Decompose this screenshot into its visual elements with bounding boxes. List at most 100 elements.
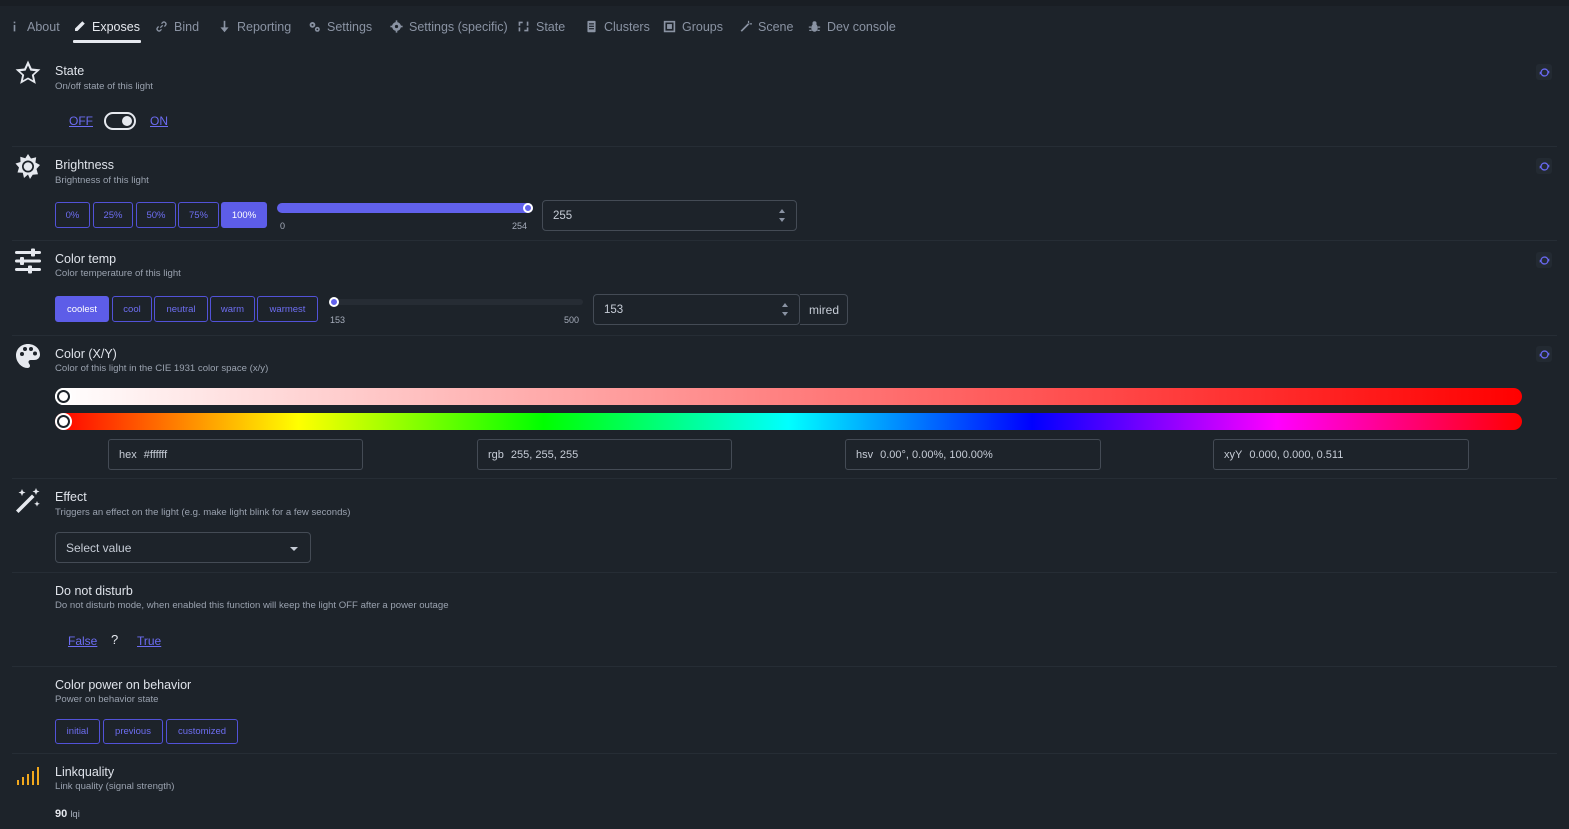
brightness-input[interactable]: 255 bbox=[542, 200, 797, 231]
tab-label: About bbox=[27, 19, 60, 34]
field-prefix: hsv bbox=[856, 448, 874, 461]
tab-label: Bind bbox=[174, 19, 200, 34]
brightness-slider[interactable] bbox=[277, 203, 533, 213]
hex-field[interactable]: hex #ffffff bbox=[108, 439, 363, 470]
spinner-icon[interactable] bbox=[778, 209, 786, 222]
section-title: Brightness bbox=[55, 158, 115, 172]
color-temp-preset-cool[interactable]: cool bbox=[112, 296, 152, 322]
brightness-preset-75[interactable]: 75% bbox=[178, 202, 219, 228]
refresh-button[interactable] bbox=[1536, 346, 1552, 362]
state-toggle[interactable] bbox=[104, 112, 136, 130]
section-description: Do not disturb mode, when enabled this f… bbox=[55, 600, 449, 611]
tab-bind[interactable]: Bind bbox=[155, 10, 199, 43]
brightness-preset-100[interactable]: 100% bbox=[221, 202, 267, 228]
effect-select[interactable]: Select value bbox=[55, 532, 311, 563]
xyy-field[interactable]: xyY 0.000, 0.000, 0.511 bbox=[1213, 439, 1469, 470]
brightness-section: Brightness Brightness of this light 0% 2… bbox=[12, 148, 1557, 241]
color-xy-section: Color (X/Y) Color of this light in the C… bbox=[12, 337, 1557, 479]
dnd-false-link[interactable]: False bbox=[68, 634, 97, 648]
signal-icon bbox=[14, 764, 42, 792]
tab-label: Exposes bbox=[92, 19, 140, 34]
slider-min-label: 153 bbox=[330, 315, 346, 325]
linkquality-section: Linkquality Link quality (signal strengt… bbox=[12, 755, 1557, 829]
state-off-link[interactable]: OFF bbox=[69, 114, 93, 128]
wand-icon bbox=[739, 20, 752, 33]
color-temp-section: Color temp Color temperature of this lig… bbox=[12, 242, 1557, 336]
field-prefix: xyY bbox=[1224, 448, 1243, 461]
field-value: 0.00°, 0.00%, 100.00% bbox=[880, 448, 993, 461]
slider-max-label: 254 bbox=[512, 221, 528, 231]
tab-scene[interactable]: Scene bbox=[739, 10, 793, 43]
linkquality-value: 90 lqi bbox=[55, 808, 80, 820]
tab-state[interactable]: State bbox=[517, 10, 565, 43]
hue-slider[interactable] bbox=[55, 413, 1522, 430]
slider-thumb[interactable] bbox=[329, 297, 339, 307]
palette-icon bbox=[14, 342, 42, 370]
gear-icon bbox=[390, 20, 403, 33]
tab-exposes[interactable]: Exposes bbox=[73, 10, 141, 43]
lqi-number: 90 bbox=[55, 808, 68, 820]
sync-icon bbox=[517, 20, 530, 33]
gears-icon bbox=[308, 20, 321, 33]
color-temp-preset-coolest[interactable]: coolest bbox=[55, 296, 109, 322]
star-icon bbox=[14, 59, 42, 87]
slider-min-label: 0 bbox=[280, 221, 286, 231]
field-prefix: rgb bbox=[488, 448, 504, 461]
section-title: State bbox=[55, 64, 85, 78]
state-on-link[interactable]: ON bbox=[150, 114, 168, 128]
slider-thumb[interactable] bbox=[55, 413, 72, 430]
color-temp-preset-warm[interactable]: warm bbox=[210, 296, 255, 322]
brightness-preset-50[interactable]: 50% bbox=[136, 202, 176, 228]
refresh-button[interactable] bbox=[1536, 252, 1552, 268]
magic-wand-icon bbox=[14, 487, 42, 515]
power-on-option-customized[interactable]: customized bbox=[166, 719, 238, 744]
unit-addon bbox=[800, 294, 848, 325]
field-prefix: hex bbox=[119, 448, 137, 461]
state-section: State On/off state of this light OFF ON bbox=[12, 54, 1557, 147]
section-description: Color of this light in the CIE 1931 colo… bbox=[55, 363, 269, 374]
refresh-button[interactable] bbox=[1536, 64, 1552, 80]
color-temp-preset-warmest[interactable]: warmest bbox=[257, 296, 318, 322]
refresh-icon bbox=[1539, 349, 1549, 359]
tab-label: Scene bbox=[758, 19, 794, 34]
hsv-field[interactable]: hsv 0.00°, 0.00%, 100.00% bbox=[845, 439, 1101, 470]
rgb-field[interactable]: rgb 255, 255, 255 bbox=[477, 439, 732, 470]
spinner-icon[interactable] bbox=[781, 303, 789, 316]
power-on-option-previous[interactable]: previous bbox=[103, 719, 163, 744]
input-value: 255 bbox=[553, 209, 573, 222]
info-icon bbox=[8, 20, 21, 33]
slider-thumb[interactable] bbox=[55, 388, 72, 405]
section-title: Linkquality bbox=[55, 765, 115, 779]
arrow-down-icon bbox=[218, 20, 231, 33]
input-value: 153 bbox=[604, 303, 624, 316]
pencil-icon bbox=[73, 20, 86, 33]
field-value: 0.000, 0.000, 0.511 bbox=[1249, 448, 1344, 461]
tab-dev-console[interactable]: Dev console bbox=[808, 10, 896, 43]
group-icon bbox=[663, 20, 676, 33]
sun-icon bbox=[14, 153, 42, 181]
tab-clusters[interactable]: Clusters bbox=[585, 10, 650, 43]
brightness-preset-0[interactable]: 0% bbox=[55, 202, 90, 228]
section-description: Link quality (signal strength) bbox=[55, 781, 175, 792]
refresh-icon bbox=[1539, 67, 1549, 77]
color-temp-preset-neutral[interactable]: neutral bbox=[154, 296, 208, 322]
power-on-option-initial[interactable]: initial bbox=[55, 719, 100, 744]
dnd-true-link[interactable]: True bbox=[137, 634, 161, 648]
section-title: Do not disturb bbox=[55, 584, 133, 598]
slider-thumb[interactable] bbox=[523, 203, 533, 213]
tab-label: State bbox=[536, 19, 566, 34]
tab-settings-specific[interactable]: Settings (specific) bbox=[390, 10, 508, 43]
tab-reporting[interactable]: Reporting bbox=[218, 10, 291, 43]
brightness-preset-25[interactable]: 25% bbox=[93, 202, 133, 228]
color-temp-slider[interactable] bbox=[329, 297, 583, 307]
tab-about[interactable]: About bbox=[8, 10, 60, 43]
tab-settings[interactable]: Settings bbox=[308, 10, 372, 43]
list-icon bbox=[585, 20, 598, 33]
link-icon bbox=[155, 20, 168, 33]
color-temp-input[interactable]: 153 bbox=[593, 294, 800, 325]
saturation-slider[interactable] bbox=[55, 388, 1522, 405]
tab-groups[interactable]: Groups bbox=[663, 10, 723, 43]
dnd-unknown-state: ? bbox=[111, 632, 119, 647]
refresh-button[interactable] bbox=[1536, 158, 1552, 174]
tab-label: Settings (specific) bbox=[409, 19, 508, 34]
